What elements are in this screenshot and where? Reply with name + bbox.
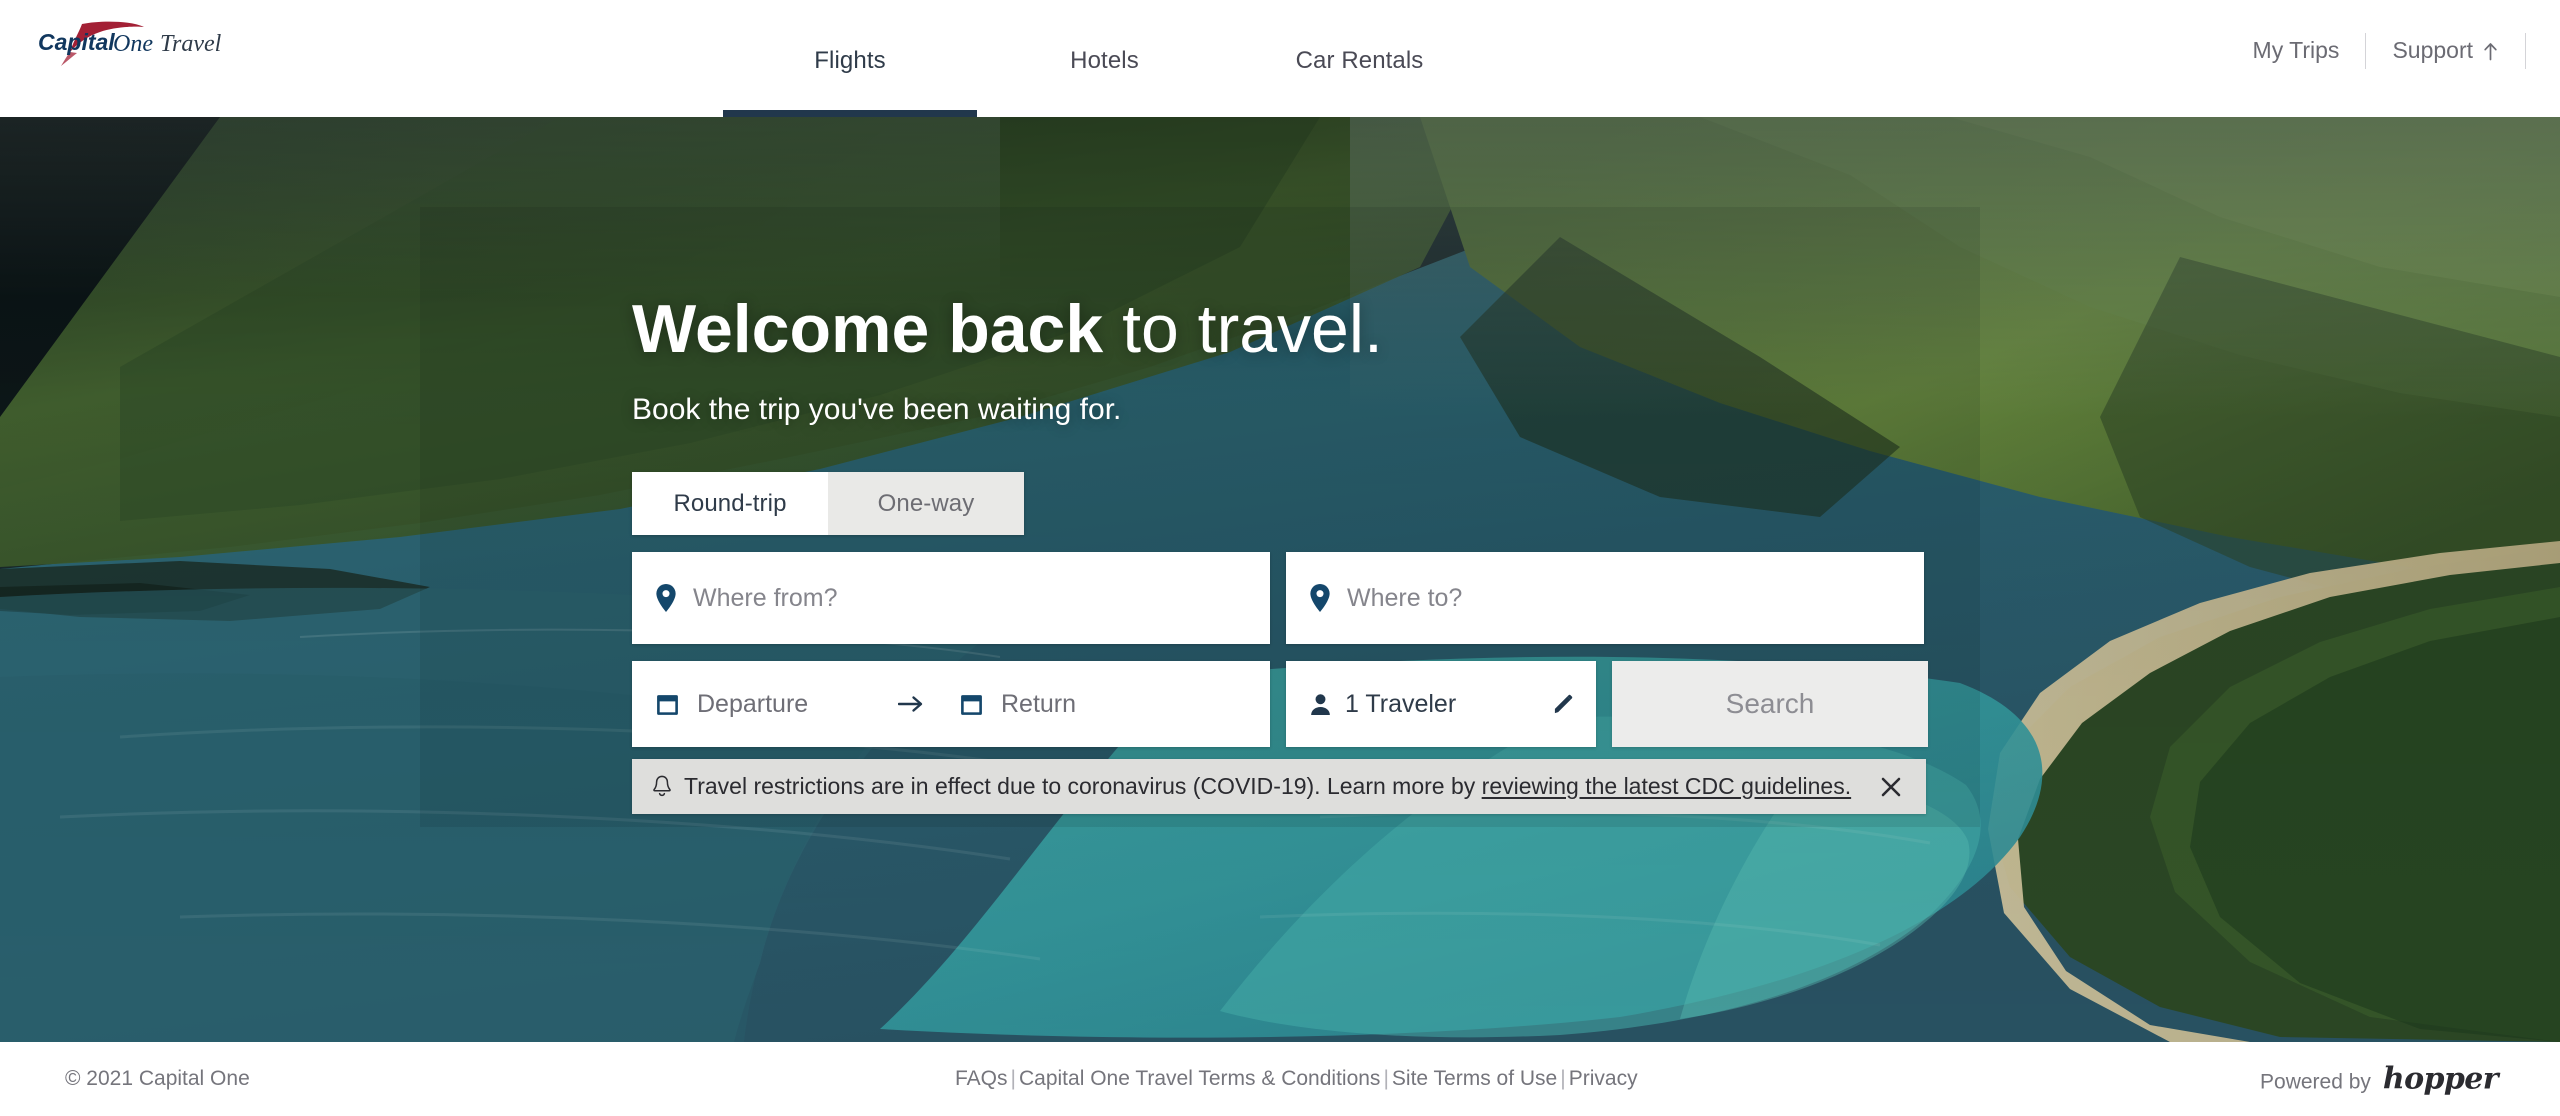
banner-close-button[interactable] (1874, 770, 1908, 804)
location-pin-icon (656, 584, 676, 612)
site-footer: © 2021 Capital One FAQs | Capital One Trav… (0, 1042, 2560, 1116)
page-subtitle: Book the trip you've been waiting for. (632, 393, 1122, 426)
destination-placeholder: Where to? (1347, 583, 1463, 612)
footer-link-site-terms[interactable]: Site Terms of Use (1392, 1067, 1557, 1090)
footer-link-privacy[interactable]: Privacy (1569, 1067, 1638, 1090)
hero-copy: Welcome back to travel. Book the trip yo… (632, 295, 1383, 427)
footer-links: FAQs | Capital One Travel Terms & Conditio… (955, 1067, 1638, 1091)
person-icon (1311, 693, 1330, 715)
travelers-field[interactable]: 1 Traveler (1286, 661, 1596, 747)
date-range-field[interactable]: Departure Return (632, 661, 1270, 747)
footer-separator: | (1010, 1067, 1016, 1090)
site-header: Capital One Travel Flights Hotels Car Re… (0, 0, 2560, 117)
return-placeholder: Return (1001, 689, 1077, 718)
search-button[interactable]: Search (1612, 661, 1928, 747)
return-date-field[interactable]: Return (937, 690, 1076, 719)
page-title: Welcome back to travel. (632, 295, 1383, 363)
covid-restrictions-banner: Travel restrictions are in effect due to… (632, 759, 1926, 814)
close-x-icon (1881, 777, 1901, 796)
footer-link-faqs[interactable]: FAQs (955, 1067, 1008, 1090)
my-trips-link[interactable]: My Trips (2253, 37, 2340, 64)
travelers-label: 1 Traveler (1345, 689, 1457, 718)
alert-bell-icon (653, 775, 671, 797)
svg-text:Capital: Capital (38, 29, 115, 55)
powered-by-label: Powered by (2260, 1070, 2371, 1094)
origin-field[interactable]: Where from? (632, 552, 1270, 644)
trip-type-one-way[interactable]: One-way (828, 472, 1024, 535)
headline-bold: Welcome back (632, 291, 1104, 367)
primary-navigation: Flights Hotels Car Rentals (723, 0, 1487, 117)
copyright-text: © 2021 Capital One (65, 1067, 250, 1090)
support-label: Support (2392, 37, 2473, 63)
nav-item-hotels[interactable]: Hotels (977, 0, 1232, 117)
calendar-icon (961, 694, 982, 715)
footer-separator: | (1560, 1067, 1566, 1090)
trip-type-round-trip[interactable]: Round-trip (632, 472, 828, 535)
hopper-wordmark: hopper (2382, 1061, 2499, 1097)
nav-divider (2365, 32, 2367, 69)
flight-search-widget: Round-trip One-way Where from? Where to?… (632, 472, 1928, 814)
svg-text:One: One (113, 31, 153, 57)
nav-divider (2525, 32, 2526, 69)
svg-text:Travel: Travel (160, 31, 222, 57)
location-pin-icon (1310, 584, 1330, 612)
banner-text-before: Travel restrictions are in effect due to… (684, 773, 1482, 799)
arrow-right-icon (885, 694, 937, 714)
pencil-icon[interactable] (1553, 694, 1574, 715)
headline-light: to travel. (1103, 291, 1383, 367)
capital-one-travel-logo[interactable]: Capital One Travel (36, 18, 236, 74)
nav-item-car-rentals[interactable]: Car Rentals (1232, 0, 1487, 117)
departure-placeholder: Departure (697, 689, 809, 718)
location-row: Where from? Where to? (632, 552, 1928, 644)
nav-item-flights[interactable]: Flights (723, 0, 977, 117)
trip-type-toggle[interactable]: Round-trip One-way (632, 472, 1024, 535)
calendar-icon (657, 694, 678, 715)
external-link-arrow-icon (2484, 42, 2497, 60)
support-link[interactable]: Support (2392, 37, 2499, 64)
dates-travelers-row: Departure Return 1 Traveler Search (632, 661, 1928, 747)
departure-date-field[interactable]: Departure (632, 690, 885, 719)
origin-placeholder: Where from? (693, 583, 838, 612)
page-root: Welcome back to travel. Book the trip yo… (0, 0, 2560, 1116)
hero-section: Welcome back to travel. Book the trip yo… (0, 117, 2560, 1042)
header-utility-nav: My Trips Support (2253, 0, 2560, 117)
footer-link-terms-conditions[interactable]: Capital One Travel Terms & Conditions (1019, 1067, 1380, 1090)
powered-by-hopper: Powered by hopper (2260, 1061, 2499, 1097)
cdc-guidelines-link[interactable]: reviewing the latest CDC guidelines. (1482, 773, 1851, 799)
destination-field[interactable]: Where to? (1286, 552, 1924, 644)
banner-text: Travel restrictions are in effect due to… (684, 773, 1874, 800)
footer-separator: | (1383, 1067, 1389, 1090)
